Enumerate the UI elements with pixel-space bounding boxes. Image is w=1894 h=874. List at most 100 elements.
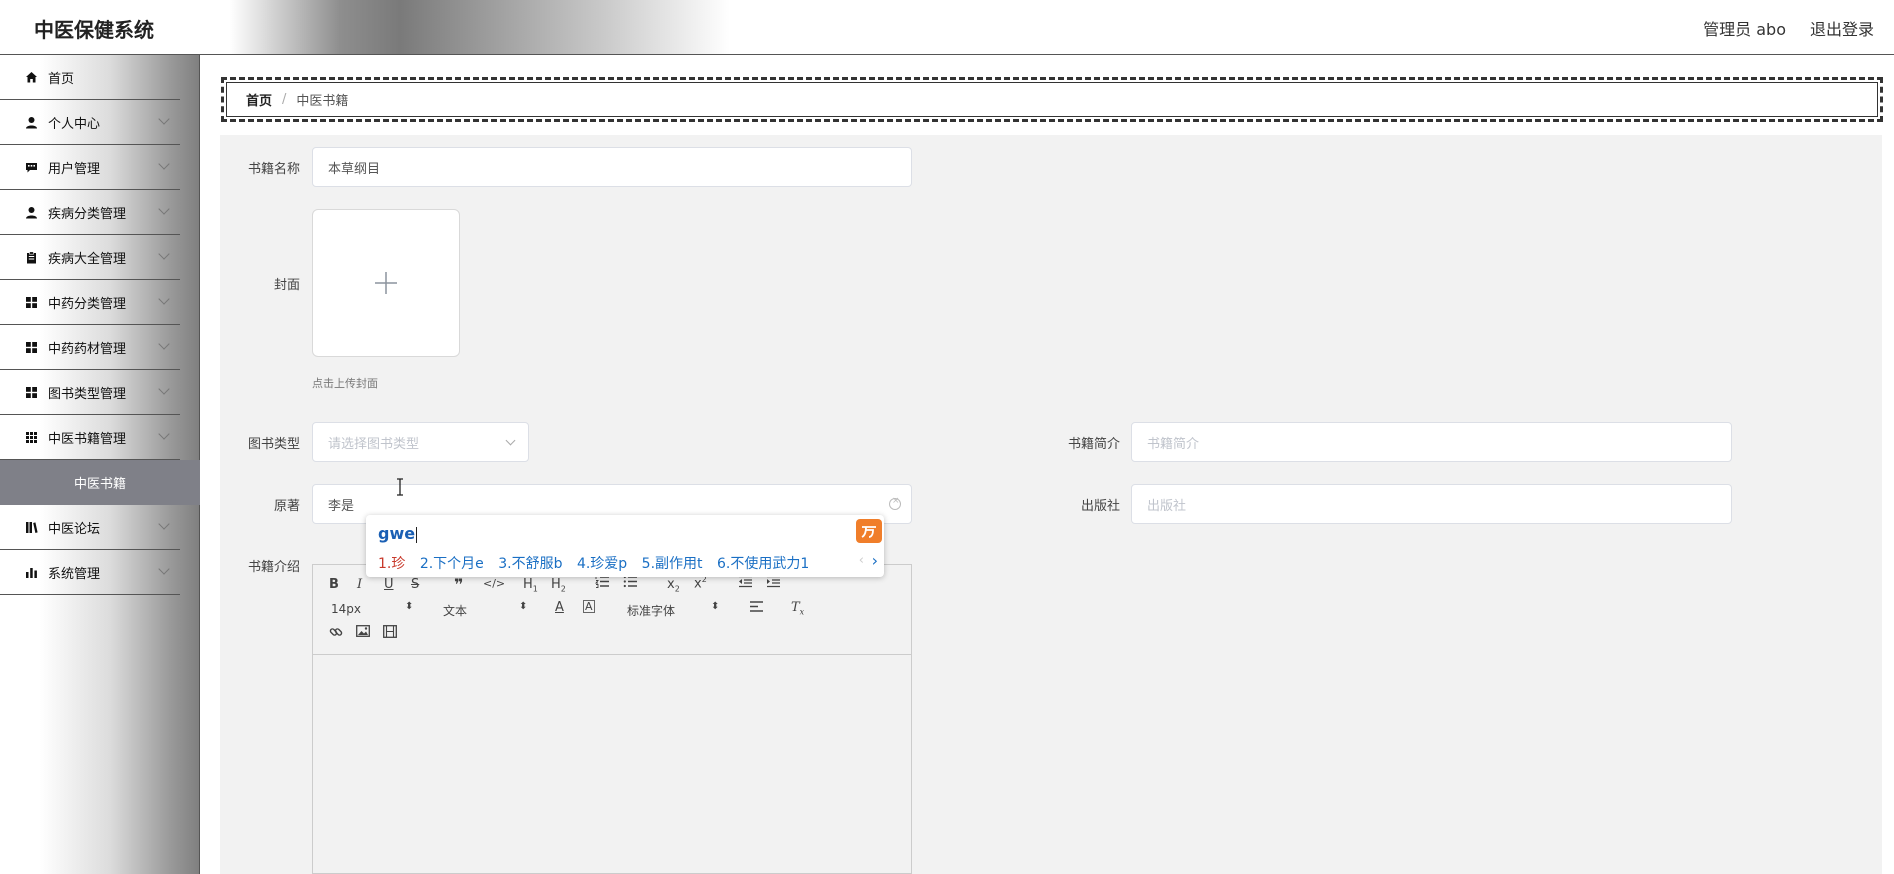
- heading-2-icon[interactable]: H2: [551, 577, 566, 594]
- video-icon[interactable]: [383, 625, 397, 642]
- ime-candidate-popup: gwe 1.珍 2.下个月e 3.不舒服b 4.珍爱p 5.副作用t 6.不使用…: [366, 515, 884, 577]
- publisher-input[interactable]: 出版社: [1131, 484, 1732, 524]
- ime-candidate[interactable]: 2.下个月e: [420, 556, 484, 572]
- sidebar-item-forum[interactable]: 中医论坛: [0, 505, 180, 550]
- editor-toolbar: B I U S ❞ </> H1 H2 x2 x2 14px ⬍ 文本 ⬍ A A …: [313, 565, 911, 655]
- sidebar-item-label: 中医书籍管理: [48, 431, 127, 447]
- ime-candidate[interactable]: 6.不使用武力1: [717, 556, 809, 572]
- user-icon: [24, 205, 38, 219]
- updown-icon: ⬍: [519, 601, 528, 612]
- chevron-down-icon: [158, 338, 170, 350]
- sidebar-item-disease-encyclopedia[interactable]: 疾病大全管理: [0, 235, 180, 280]
- chevron-down-icon: [158, 113, 170, 125]
- chevron-down-icon: [158, 518, 170, 530]
- cover-label: 封面: [273, 278, 300, 293]
- book-summary-label: 书籍简介: [1067, 437, 1120, 452]
- sidebar: 首页 个人中心 用户管理 疾病分类管理 疾病大全管理 中药分类管理 中药药材管理…: [0, 55, 200, 874]
- clear-icon[interactable]: [889, 496, 901, 510]
- text-cursor-icon: [395, 478, 405, 500]
- publisher-label: 出版社: [1080, 499, 1120, 514]
- sidebar-item-user-management[interactable]: 用户管理: [0, 145, 180, 190]
- sidebar-item-label: 图书类型管理: [48, 386, 127, 402]
- code-block-icon[interactable]: </>: [483, 577, 505, 590]
- heading-1-icon[interactable]: H1: [523, 577, 538, 594]
- chevron-up-icon: [158, 428, 170, 440]
- font-size-value: 14px: [331, 602, 361, 616]
- sidebar-item-home[interactable]: 首页: [0, 55, 180, 100]
- sidebar-item-herb-category[interactable]: 中药分类管理: [0, 280, 180, 325]
- chevron-down-icon: [158, 203, 170, 215]
- breadcrumb: 首页 / 中医书籍: [221, 77, 1883, 122]
- book-summary-input[interactable]: 书籍简介: [1131, 422, 1732, 462]
- outdent-icon[interactable]: [738, 575, 753, 592]
- clear-format-icon[interactable]: Tx: [791, 600, 804, 617]
- grid-icon: [24, 340, 38, 354]
- grid-icon: [24, 385, 38, 399]
- bar-chart-icon: [24, 565, 38, 579]
- sidebar-item-tcm-books[interactable]: 中医书籍管理: [0, 415, 180, 460]
- book-description-label: 书籍介绍: [247, 560, 300, 575]
- ime-candidates: 1.珍 2.下个月e 3.不舒服b 4.珍爱p 5.副作用t 6.不使用武力1: [378, 553, 819, 573]
- sidebar-item-system[interactable]: 系统管理: [0, 550, 180, 595]
- ime-candidate[interactable]: 5.副作用t: [642, 556, 703, 572]
- sidebar-item-label: 中药分类管理: [48, 296, 127, 312]
- underline-icon[interactable]: U: [384, 577, 394, 592]
- cover-uploader[interactable]: [312, 209, 460, 357]
- strikethrough-icon[interactable]: S: [411, 577, 419, 592]
- sidebar-item-herb-materials[interactable]: 中药药材管理: [0, 325, 180, 370]
- bold-icon[interactable]: B: [329, 577, 339, 592]
- clipboard-icon: [24, 250, 38, 264]
- message-icon: [24, 160, 38, 174]
- sidebar-subitem-tcm-books[interactable]: 中医书籍: [0, 460, 200, 505]
- sidebar-item-label: 疾病大全管理: [48, 251, 127, 267]
- ordered-list-icon[interactable]: [595, 575, 610, 592]
- ime-composition-text: gwe: [378, 524, 416, 543]
- editor-content-area[interactable]: [313, 656, 911, 874]
- breadcrumb-home[interactable]: 首页: [246, 90, 272, 109]
- current-user-label: 管理员 abo: [1703, 20, 1786, 39]
- book-type-select[interactable]: 请选择图书类型: [312, 422, 529, 462]
- sidebar-item-disease-category[interactable]: 疾病分类管理: [0, 190, 180, 235]
- italic-icon[interactable]: I: [357, 577, 362, 592]
- font-size-select[interactable]: 14px ⬍: [331, 601, 413, 616]
- sidebar-item-book-type[interactable]: 图书类型管理: [0, 370, 180, 415]
- breadcrumb-current: 中医书籍: [296, 94, 349, 109]
- logout-link[interactable]: 退出登录: [1810, 16, 1874, 40]
- font-color-icon[interactable]: A: [555, 600, 564, 615]
- ime-logo-icon[interactable]: [856, 519, 882, 543]
- ime-next-page-icon[interactable]: ›: [872, 551, 878, 570]
- sidebar-item-personal-center[interactable]: 个人中心: [0, 100, 180, 145]
- ime-candidate[interactable]: 4.珍爱p: [577, 556, 627, 572]
- cover-upload-tip: 点击上传封面: [312, 377, 378, 390]
- link-icon[interactable]: [329, 625, 343, 643]
- grid-icon: [24, 295, 38, 309]
- ime-prev-page-icon[interactable]: ‹: [859, 553, 864, 568]
- format-select[interactable]: 文本 ⬍: [443, 601, 527, 619]
- indent-icon[interactable]: [766, 575, 781, 592]
- ime-candidate[interactable]: 1.珍: [378, 556, 405, 572]
- author-label: 原著: [273, 499, 300, 514]
- updown-icon: ⬍: [711, 601, 720, 612]
- ime-composition: gwe: [378, 524, 418, 543]
- chevron-down-icon: [158, 293, 170, 305]
- book-type-placeholder: 请选择图书类型: [328, 436, 420, 452]
- font-family-value: 标准字体: [627, 604, 676, 618]
- updown-icon: ⬍: [405, 601, 414, 612]
- plus-icon: [375, 272, 397, 294]
- background-color-icon[interactable]: A: [583, 600, 595, 613]
- chevron-down-icon: [158, 248, 170, 260]
- superscript-icon[interactable]: x2: [694, 575, 707, 591]
- bullet-list-icon[interactable]: [623, 575, 638, 592]
- align-left-icon[interactable]: [749, 600, 764, 617]
- ime-candidate[interactable]: 3.不舒服b: [498, 556, 562, 572]
- font-family-select[interactable]: 标准字体 ⬍: [627, 601, 719, 619]
- blockquote-icon[interactable]: ❞: [454, 575, 463, 594]
- chevron-down-icon: [158, 158, 170, 170]
- sidebar-item-label: 中医论坛: [48, 521, 101, 537]
- sidebar-subitem-label: 中医书籍: [73, 477, 126, 492]
- sidebar-item-label: 中药药材管理: [48, 341, 127, 357]
- book-name-input[interactable]: 本草纲目: [312, 147, 912, 187]
- image-icon[interactable]: [356, 625, 370, 641]
- breadcrumb-separator: /: [282, 92, 287, 107]
- subscript-icon[interactable]: x2: [667, 577, 680, 594]
